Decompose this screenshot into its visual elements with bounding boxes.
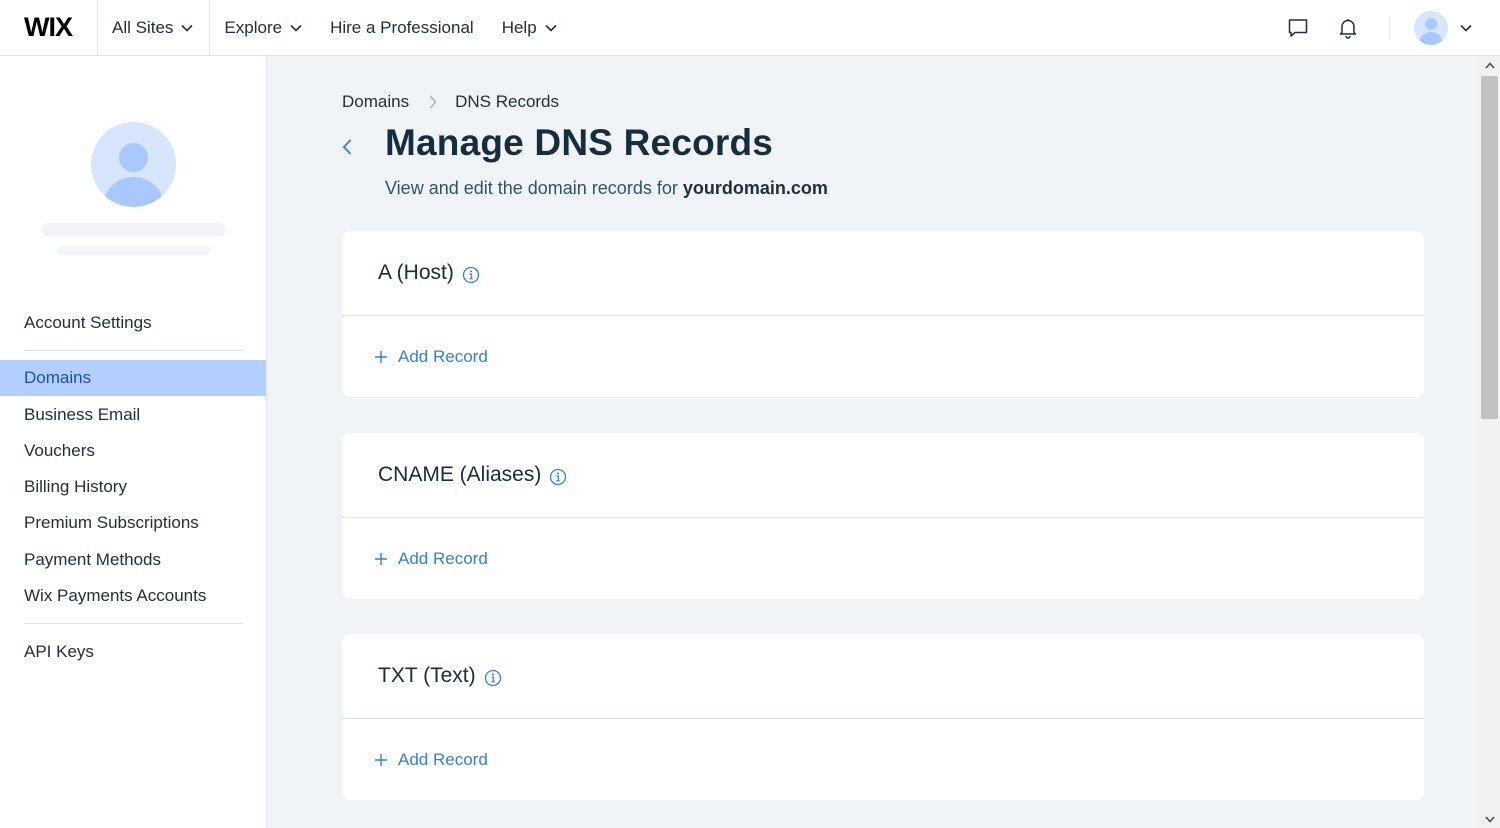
nav-hire-professional[interactable]: Hire a Professional [316, 0, 488, 55]
chevron-down-icon [290, 24, 302, 32]
info-icon[interactable] [549, 468, 567, 486]
chevron-right-icon [429, 95, 437, 109]
breadcrumb-dns-records: DNS Records [455, 92, 560, 111]
sidebar-divider [24, 350, 243, 351]
sidebar-item-vouchers[interactable]: Vouchers [0, 433, 266, 469]
avatar[interactable] [1414, 10, 1448, 45]
info-icon[interactable] [484, 669, 502, 687]
card-body: Add Record [342, 518, 1424, 599]
nav-help-label: Help [501, 17, 537, 37]
dns-card-a-host: A (Host) Add Record [342, 231, 1424, 397]
bell-icon[interactable] [1333, 13, 1363, 43]
page-scrollbar[interactable] [1479, 56, 1500, 828]
sidebar-item-business-email[interactable]: Business Email [0, 397, 266, 433]
card-body: Add Record [342, 316, 1424, 397]
header-divider [1389, 15, 1390, 40]
sidebar-item-premium-subscriptions[interactable]: Premium Subscriptions [0, 505, 266, 541]
add-record-button[interactable]: Add Record [374, 750, 488, 770]
plus-icon [374, 552, 388, 566]
card-header: CNAME (Aliases) [342, 433, 1424, 518]
card-body: Add Record [342, 719, 1424, 800]
top-right-actions [1263, 0, 1500, 55]
add-record-button[interactable]: Add Record [374, 347, 488, 367]
card-title: A (Host) [378, 261, 454, 284]
top-bar: WIX All Sites Explore Hire a Professiona… [0, 0, 1500, 56]
plus-icon [374, 753, 388, 767]
domain-name: yourdomain.com [682, 178, 828, 198]
dns-card-cname-aliases: CNAME (Aliases) Add Record [342, 433, 1424, 599]
card-title: TXT (Text) [378, 664, 476, 687]
scroll-down-arrow-icon[interactable] [1479, 810, 1500, 828]
sidebar-divider [24, 623, 243, 624]
nav-hire-professional-label: Hire a Professional [330, 17, 474, 37]
page-subtitle: View and edit the domain records for you… [385, 178, 828, 199]
sidebar-item-payment-methods[interactable]: Payment Methods [0, 542, 266, 578]
info-icon[interactable] [462, 266, 480, 284]
wix-logo[interactable]: WIX [0, 0, 98, 55]
add-record-label: Add Record [398, 548, 488, 568]
subtitle-text: View and edit the domain records for [385, 178, 678, 198]
nav-help[interactable]: Help [488, 0, 571, 55]
nav-all-sites[interactable]: All Sites [98, 0, 211, 55]
breadcrumb-domains[interactable]: Domains [342, 92, 409, 112]
back-button[interactable] [341, 136, 357, 158]
profile-email-placeholder [57, 246, 211, 255]
sidebar-item-billing-history[interactable]: Billing History [0, 469, 266, 505]
scroll-up-arrow-icon[interactable] [1479, 56, 1500, 74]
page-title: Manage DNS Records [385, 122, 774, 163]
add-record-button[interactable]: Add Record [374, 549, 488, 569]
sidebar-item-domains[interactable]: Domains [0, 360, 266, 396]
plus-icon [374, 350, 388, 364]
card-title: CNAME (Aliases) [378, 463, 542, 486]
nav-all-sites-label: All Sites [112, 17, 174, 37]
chat-icon[interactable] [1283, 13, 1313, 43]
sidebar-item-api-keys[interactable]: API Keys [0, 634, 266, 670]
sidebar: Account Settings Domains Business Email … [0, 56, 267, 828]
sidebar-item-wix-payments-accounts[interactable]: Wix Payments Accounts [0, 578, 266, 614]
dns-card-txt-text: TXT (Text) Add Record [342, 634, 1424, 800]
chevron-down-icon [545, 24, 557, 32]
add-record-label: Add Record [398, 749, 488, 769]
chevron-down-icon[interactable] [1460, 24, 1472, 32]
chevron-left-icon [342, 139, 352, 155]
profile-name-placeholder [42, 223, 226, 236]
scrollbar-thumb[interactable] [1481, 76, 1498, 419]
add-record-label: Add Record [398, 346, 488, 366]
main-content: Domains DNS Records Manage DNS Records V… [267, 56, 1479, 828]
nav-explore[interactable]: Explore [210, 0, 316, 55]
card-header: TXT (Text) [342, 634, 1424, 719]
nav-explore-label: Explore [224, 17, 283, 37]
breadcrumb: Domains DNS Records [342, 92, 559, 112]
profile-avatar [91, 122, 176, 207]
card-header: A (Host) [342, 231, 1424, 316]
chevron-down-icon [181, 24, 193, 32]
sidebar-item-account-settings[interactable]: Account Settings [0, 305, 266, 341]
